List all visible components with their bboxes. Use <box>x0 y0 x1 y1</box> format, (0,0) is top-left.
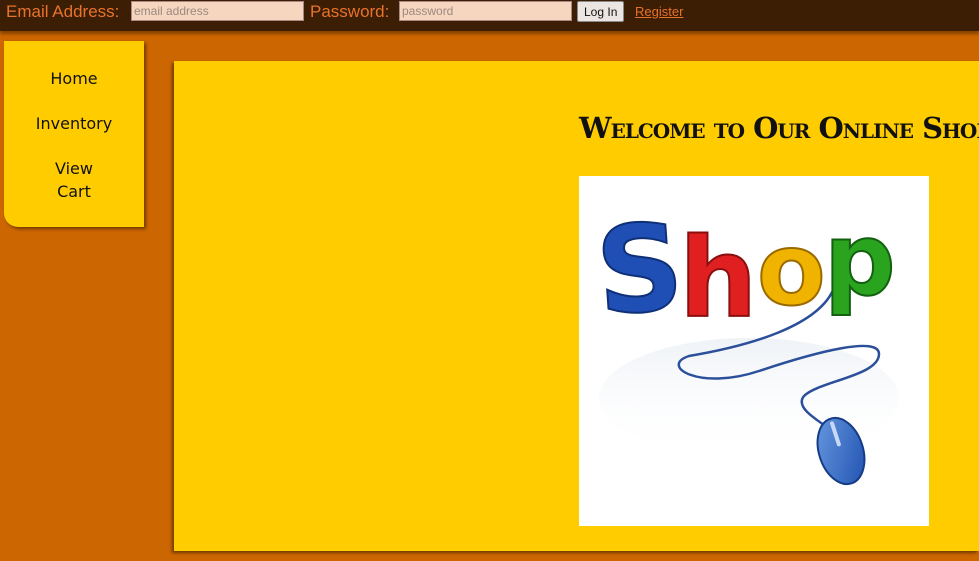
nav-item-inventory[interactable]: Inventory <box>4 112 144 135</box>
register-link[interactable]: Register <box>635 4 683 19</box>
nav-item-view-cart[interactable]: View <box>4 157 144 180</box>
svg-text:S: S <box>592 198 688 343</box>
nav-item-home[interactable]: Home <box>4 67 144 90</box>
password-label: Password: <box>310 2 390 21</box>
email-input[interactable] <box>131 1 304 21</box>
login-button[interactable]: Log In <box>577 1 625 22</box>
shop-illustration: S h o p <box>591 197 899 486</box>
email-label: Email Address: <box>6 2 120 21</box>
nav-item-view-cart-line2[interactable]: Cart <box>4 180 144 203</box>
side-nav: Home Inventory View Cart <box>4 41 144 227</box>
shop-image: S h o p <box>579 176 929 526</box>
page-title: Welcome to Our Online Shop! <box>579 111 979 145</box>
svg-text:h: h <box>679 214 757 342</box>
password-input[interactable] <box>399 1 572 21</box>
main-content: Welcome to Our Online Shop! S h o p <box>174 61 979 551</box>
svg-text:p: p <box>824 201 896 318</box>
login-bar: Email Address: Password: Log In Register <box>0 0 979 31</box>
svg-text:o: o <box>757 211 826 328</box>
